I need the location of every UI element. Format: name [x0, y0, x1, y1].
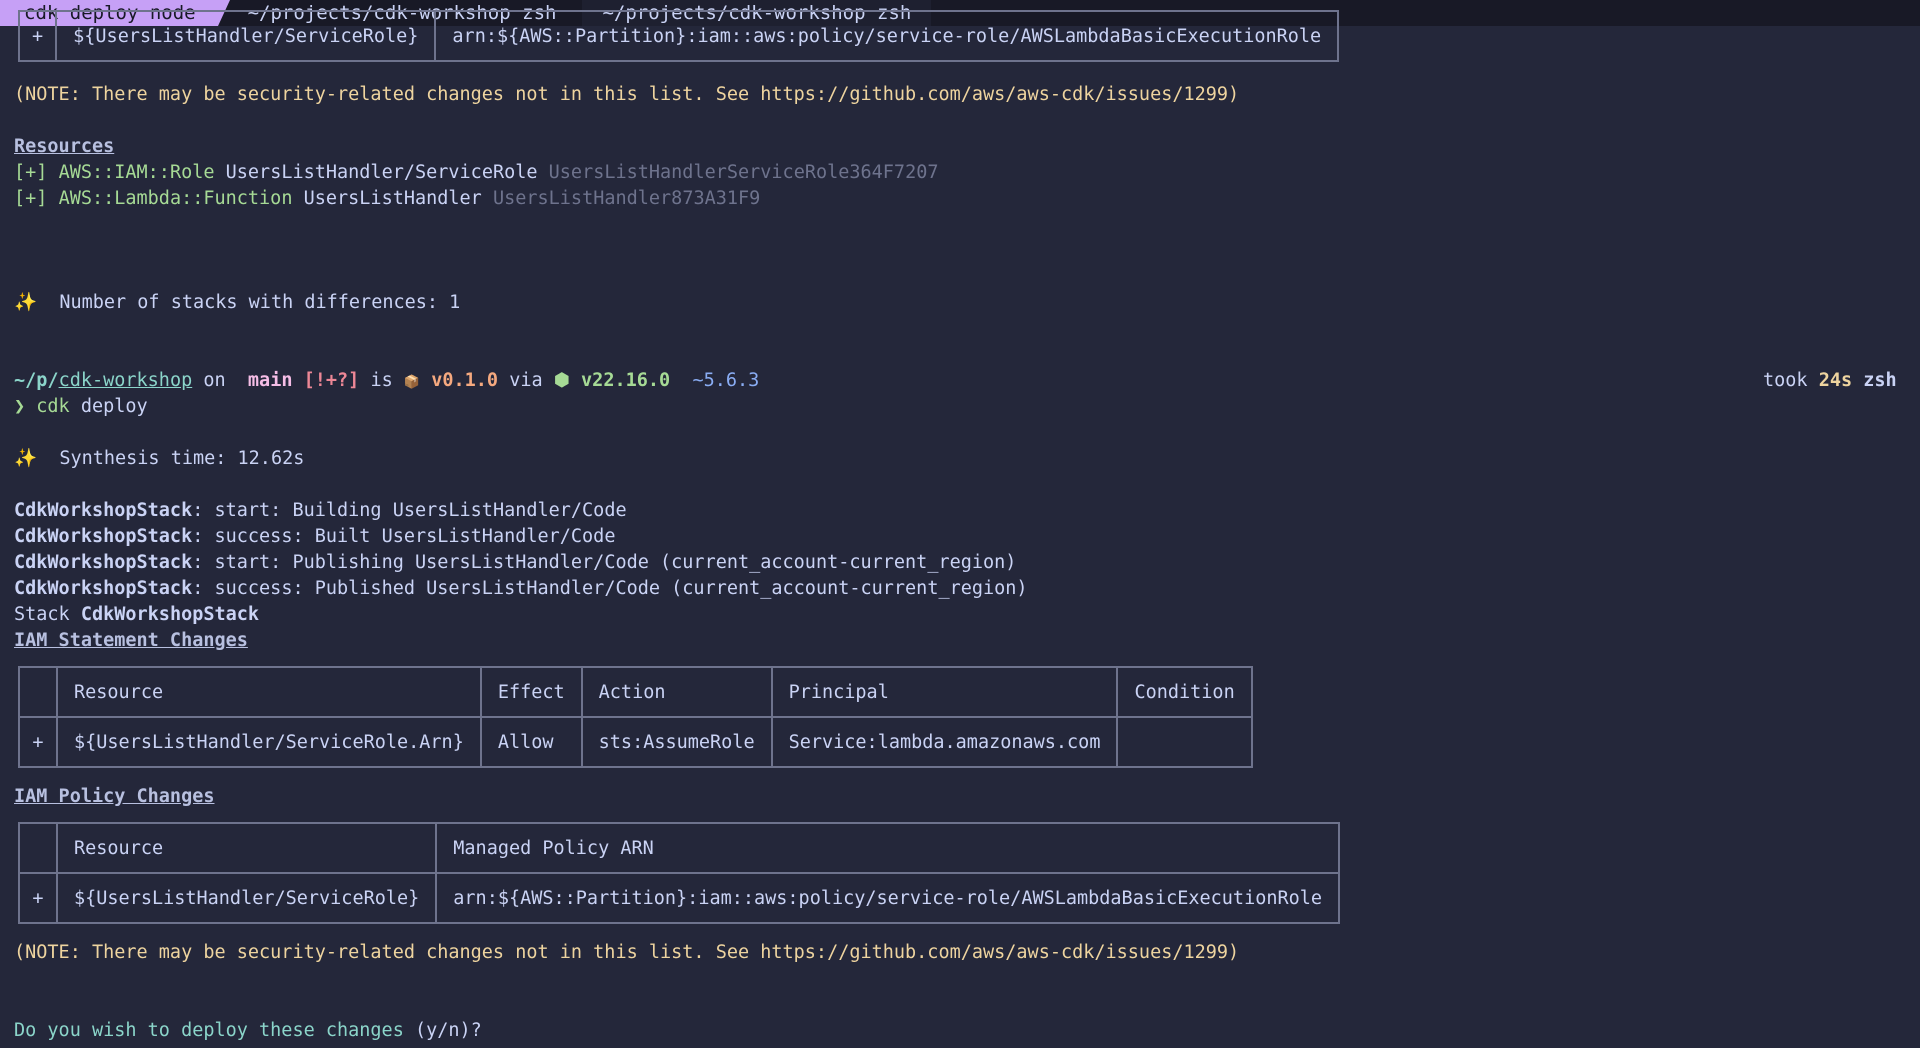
table-header-cell: Condition [1116, 666, 1253, 718]
table-cell: Allow [479, 716, 583, 768]
stacks-diff-line: ✨ Number of stacks with differences: 1 [14, 292, 461, 313]
log-line: CdkWorkshopStack: success: Built UsersLi… [14, 526, 616, 547]
table-header-cell [18, 666, 58, 718]
log-line: CdkWorkshopStack: start: Building UsersL… [14, 500, 627, 521]
table-header-cell: Resource [55, 822, 438, 874]
stack-line: Stack CdkWorkshopStack [14, 604, 260, 625]
table-header-cell: Principal [770, 666, 1119, 718]
security-note: (NOTE: There may be security-related cha… [14, 84, 1240, 105]
table-header-cell [18, 822, 58, 874]
terminal-output: + ${UsersListHandler/ServiceRole} arn:${… [14, 10, 1920, 1048]
iam-policy-table: Resource Managed Policy ARN + ${UsersLis… [18, 822, 1341, 924]
log-line: CdkWorkshopStack: success: Published Use… [14, 578, 1028, 599]
table-cell: arn:${AWS::Partition}:iam::aws:policy/se… [435, 872, 1341, 924]
table-cell: ${UsersListHandler/ServiceRole.Arn} [56, 716, 482, 768]
shell-prompt: ~/p/cdk-workshop on main [!+?] is 📦 v0.1… [14, 370, 760, 391]
command-line: ❯ cdk deploy [14, 396, 148, 417]
nodejs-icon: ⬢ [553, 370, 570, 391]
row-arn: arn:${AWS::Partition}:iam::aws:policy/se… [434, 10, 1340, 62]
sparkles-icon: ✨ [14, 448, 38, 469]
table-cell: sts:AssumeRole [580, 716, 773, 768]
table-header-cell: Resource [56, 666, 482, 718]
package-icon: 📦 [403, 375, 421, 390]
resource-line: [+] AWS::IAM::Role UsersListHandler/Serv… [14, 162, 939, 183]
iam-statement-table: Resource Effect Action Principal Conditi… [18, 666, 1253, 768]
prompt-caret-icon: ❯ [14, 396, 26, 417]
table-cell: + [18, 716, 58, 768]
resources-heading: Resources [14, 136, 115, 157]
deploy-confirm-prompt[interactable]: Do you wish to deploy these changes (y/n… [14, 1018, 482, 1044]
row-plus: + [17, 10, 58, 62]
table-cell: Service:lambda.amazonaws.com [770, 716, 1119, 768]
policy-table-partial: + ${UsersListHandler/ServiceRole} arn:${… [17, 10, 1340, 62]
log-line: CdkWorkshopStack: start: Publishing User… [14, 552, 1017, 573]
table-cell: + [18, 872, 58, 924]
synthesis-line: ✨ Synthesis time: 12.62s [14, 448, 305, 469]
sparkles-icon: ✨ [14, 292, 38, 313]
table-cell [1116, 716, 1253, 768]
resource-line: [+] AWS::Lambda::Function UsersListHandl… [14, 188, 761, 209]
row-resource: ${UsersListHandler/ServiceRole} [55, 10, 437, 62]
iam-policy-heading: IAM Policy Changes [14, 786, 215, 807]
iam-statement-heading: IAM Statement Changes [14, 630, 248, 651]
prompt-right: took 24s zsh [1763, 370, 1897, 391]
table-header-cell: Effect [479, 666, 583, 718]
table-header-cell: Action [580, 666, 773, 718]
prompt-directory: cdk-workshop [58, 370, 193, 391]
security-note: (NOTE: There may be security-related cha… [14, 942, 1240, 963]
table-header-cell: Managed Policy ARN [435, 822, 1341, 874]
table-cell: ${UsersListHandler/ServiceRole} [55, 872, 438, 924]
